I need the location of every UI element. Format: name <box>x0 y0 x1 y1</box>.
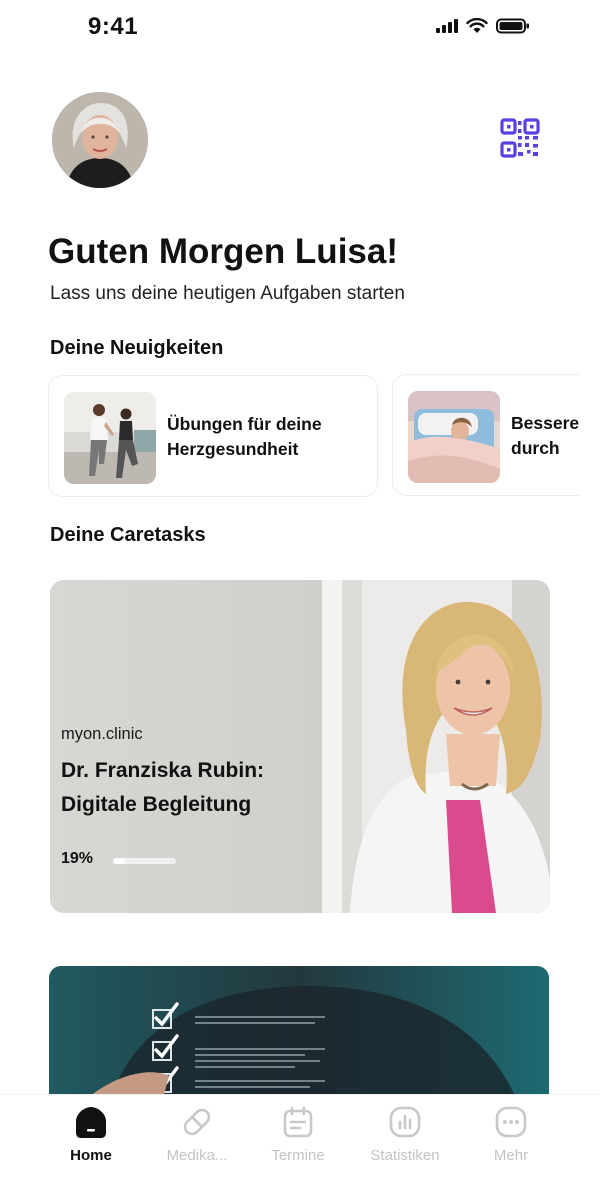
caretask-progress-fill <box>113 858 125 864</box>
chart-icon <box>388 1105 422 1139</box>
battery-icon <box>496 18 529 34</box>
user-avatar[interactable] <box>52 92 148 188</box>
caretask-brand: myon.clinic <box>61 725 143 743</box>
calendar-icon <box>281 1105 315 1139</box>
caretask-progress-bar <box>113 858 176 864</box>
home-icon <box>74 1105 108 1139</box>
tab-bar: Home Medika... Termine Statistiken Mehr <box>0 1094 600 1200</box>
status-bar: 9:41 <box>0 0 600 56</box>
pill-icon <box>180 1105 214 1139</box>
news-card[interactable]: Übungen für deine Herzgesundheit <box>48 375 378 497</box>
exercise-photo <box>64 392 156 484</box>
signal-icon <box>436 19 458 33</box>
news-card[interactable]: Besserer Schlaf durch <box>392 374 579 496</box>
news-section-title: Deine Neuigkeiten <box>50 337 224 359</box>
greeting-title: Guten Morgen Luisa! <box>48 232 398 271</box>
sleep-photo <box>408 391 500 483</box>
news-card-title: Besserer Schlaf durch <box>511 413 579 458</box>
tab-mehr[interactable]: Mehr <box>463 1105 559 1175</box>
avatar-photo <box>52 92 148 188</box>
caretask-card[interactable] <box>49 966 549 1106</box>
qr-code-button[interactable] <box>496 114 544 162</box>
caretask-progress-label: 19% <box>61 850 94 867</box>
tab-termine[interactable]: Termine <box>250 1105 346 1175</box>
status-icons <box>436 18 530 34</box>
tab-label: Medika... <box>166 1147 228 1164</box>
tab-medikamente[interactable]: Medika... <box>149 1105 245 1175</box>
wifi-icon <box>466 18 488 33</box>
tab-statistiken[interactable]: Statistiken <box>357 1105 453 1175</box>
status-time: 9:41 <box>88 13 139 40</box>
news-card-title: Übungen für deine Herzgesundheit <box>167 414 322 459</box>
tab-label: Mehr <box>493 1147 529 1164</box>
checklist-photo <box>49 966 549 1106</box>
tab-label: Termine <box>271 1147 325 1164</box>
greeting-subtitle: Lass uns deine heutigen Aufgaben starten <box>50 283 405 304</box>
tab-home[interactable]: Home <box>43 1105 139 1175</box>
caretask-card[interactable]: myon.clinic Dr. Franziska Rubin: Digital… <box>50 580 550 913</box>
tab-label: Statistiken <box>370 1147 440 1164</box>
tab-label: Home <box>70 1147 112 1164</box>
more-icon <box>494 1105 528 1139</box>
qr-code-icon <box>500 118 540 158</box>
news-carousel[interactable]: Übungen für deine Herzgesundheit Bessere… <box>0 360 579 510</box>
caretasks-section-title: Deine Caretasks <box>50 524 206 546</box>
caretask-title: Dr. Franziska Rubin: Digitale Begleitung <box>61 759 265 816</box>
